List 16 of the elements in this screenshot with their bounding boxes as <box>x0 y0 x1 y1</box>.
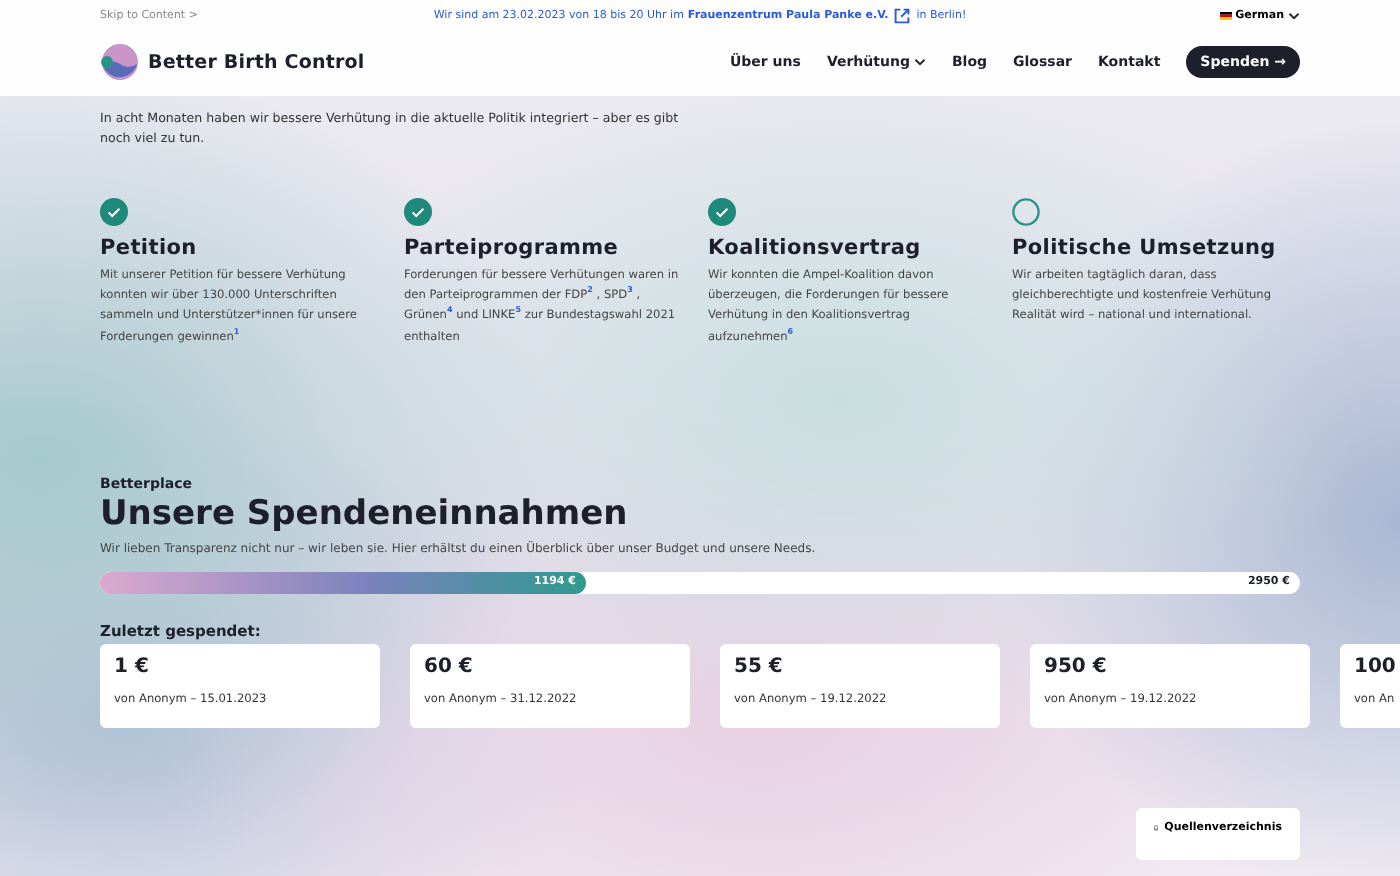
donation-amount: 55 € <box>734 655 785 678</box>
donation-amount: 60 € <box>424 655 475 678</box>
donation-amount: 1 € <box>114 655 151 678</box>
section-title: Unsere Spendeneinnahmen <box>100 493 630 534</box>
milestone-title: Politische Umsetzung <box>1012 236 1278 261</box>
donation-amount: 950 € <box>1044 655 1109 678</box>
brand-name[interactable]: Better Birth Control <box>148 51 365 73</box>
logo-icon <box>100 42 140 82</box>
milestone-title: Petition <box>100 236 199 261</box>
external-link-icon <box>894 8 911 24</box>
chevron-down-icon <box>913 58 926 66</box>
flag-icon <box>1219 12 1232 20</box>
chevron-down-icon <box>1288 12 1300 20</box>
milestone-title: Koalitionsvertrag <box>708 236 923 261</box>
donation-amount: 100 <box>1354 655 1398 678</box>
milestone-title: Parteiprogramme <box>404 236 621 261</box>
